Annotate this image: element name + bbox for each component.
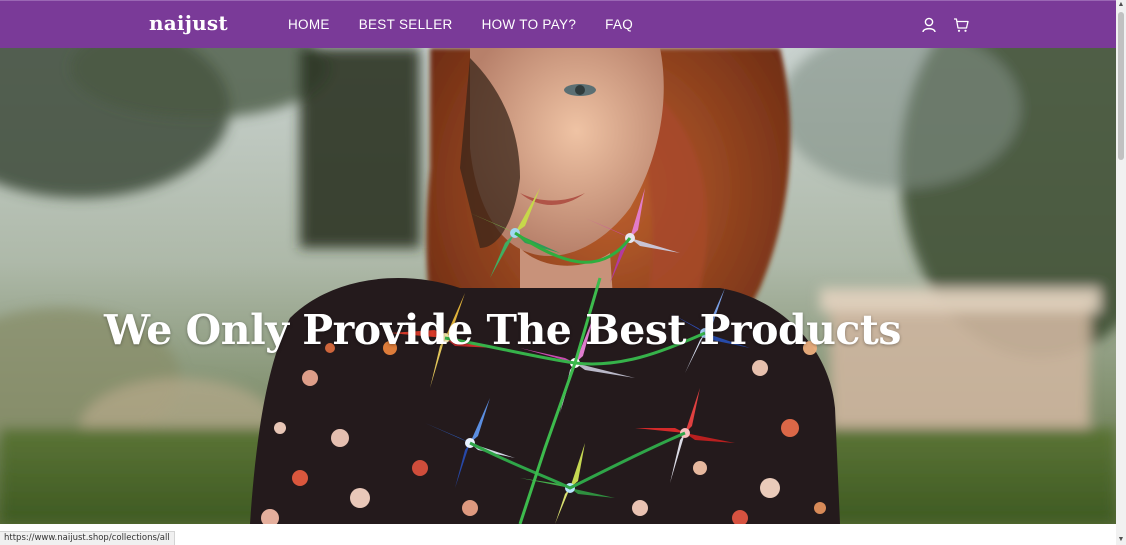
scroll-down-arrow-icon[interactable]: ▼ — [1117, 535, 1125, 545]
site-logo[interactable]: naijust — [149, 11, 228, 35]
nav-item-best-seller[interactable]: BEST SELLER — [359, 17, 453, 32]
nav-item-faq[interactable]: FAQ — [605, 17, 633, 32]
hero-banner[interactable]: We Only Provide The Best Products — [0, 48, 1116, 524]
scroll-up-arrow-icon[interactable]: ▲ — [1117, 0, 1125, 10]
scroll-thumb[interactable] — [1118, 12, 1124, 160]
hero-title: We Only Provide The Best Products — [104, 306, 901, 354]
vertical-scrollbar[interactable]: ▲ ▼ — [1116, 0, 1126, 545]
hero-background-image — [0, 48, 1116, 524]
header-icons — [920, 15, 970, 35]
site-header: naijust HOME BEST SELLER HOW TO PAY? FAQ — [0, 0, 1116, 48]
nav-item-home[interactable]: HOME — [288, 17, 330, 32]
browser-status-url: https://www.naijust.shop/collections/all — [0, 531, 175, 545]
cart-icon[interactable] — [952, 15, 970, 35]
nav-item-how-to-pay[interactable]: HOW TO PAY? — [482, 17, 577, 32]
main-nav: HOME BEST SELLER HOW TO PAY? FAQ — [288, 17, 662, 32]
user-icon[interactable] — [920, 15, 938, 35]
